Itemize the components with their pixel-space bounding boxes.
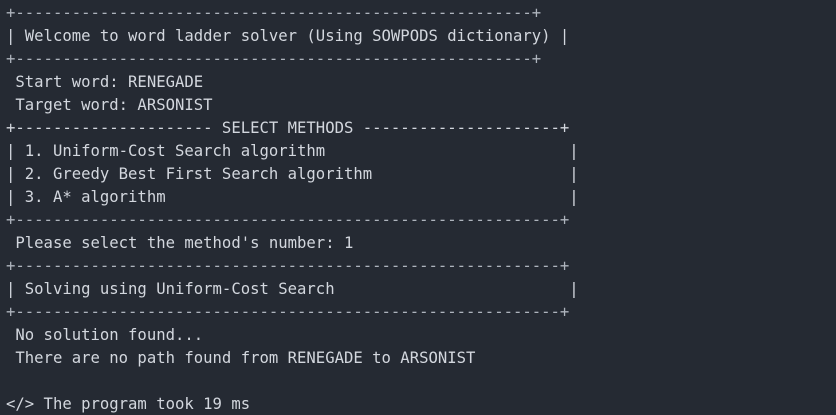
methods-border-bottom: +---------------------------------------… [6,211,570,229]
start-word-line: Start word: RENEGADE [6,73,204,91]
target-word-line: Target word: ARSONIST [6,96,213,114]
solving-status: | Solving using Uniform-Cost Search | [6,280,579,298]
method-prompt: Please select the method's number: 1 [6,234,354,252]
timing-message: </> The program took 19 ms [6,395,251,413]
method-option-1: | 1. Uniform-Cost Search algorithm | [6,142,579,160]
no-solution-message: No solution found... [6,326,204,344]
box-border-bottom: +---------------------------------------… [6,50,542,68]
terminal-output: +---------------------------------------… [0,0,836,415]
welcome-banner: | Welcome to word ladder solver (Using S… [6,27,570,45]
method-option-2: | 2. Greedy Best First Search algorithm … [6,165,579,183]
box-border-top: +---------------------------------------… [6,4,542,22]
solving-border-top: +---------------------------------------… [6,257,570,275]
method-option-3: | 3. A* algorithm | [6,188,579,206]
select-methods-header: +--------------------- SELECT METHODS --… [6,119,570,137]
no-path-message: There are no path found from RENEGADE to… [6,349,476,367]
solving-border-bottom: +---------------------------------------… [6,303,570,321]
